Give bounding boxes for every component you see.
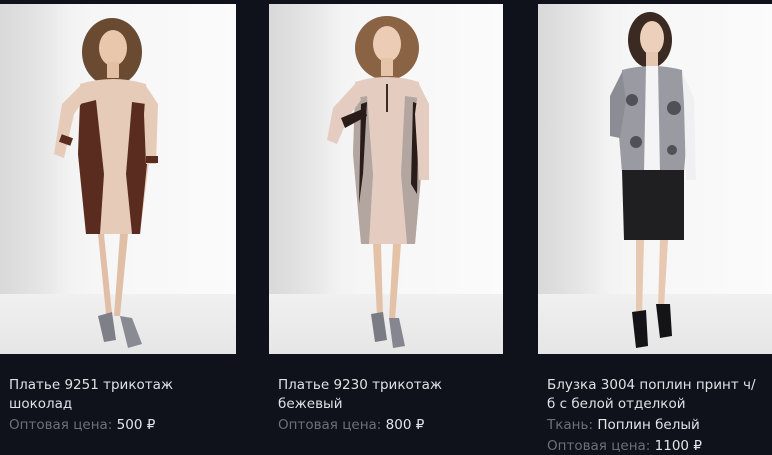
price-value: 500 [116,417,143,433]
fabric: Ткань: Поплин белый [547,416,762,435]
product-title[interactable]: Блузка 3004 поплин принт ч/б с белой отд… [547,376,762,414]
model-in-blouse-image [610,12,696,348]
fabric-label: Ткань: [547,417,594,433]
product-title[interactable]: Платье 9230 трикотаж бежевый [278,376,493,414]
price-label: Оптовая цена: [278,417,382,433]
price-value: 1100 [654,438,690,454]
currency-symbol: ₽ [693,438,702,454]
product-photo[interactable] [0,4,236,354]
wholesale-price: Оптовая цена: 1100 ₽ [547,437,762,455]
product-info: Платье 9251 трикотаж шоколад Оптовая цен… [0,376,236,435]
product-card[interactable]: Платье 9251 трикотаж шоколад Оптовая цен… [0,4,236,435]
product-card[interactable]: Платье 9230 трикотаж бежевый Оптовая цен… [269,4,503,435]
fabric-value: Поплин белый [597,417,700,433]
model-in-dress-image [327,16,429,348]
wholesale-price: Оптовая цена: 500 ₽ [9,416,226,435]
price-label: Оптовая цена: [9,417,113,433]
product-info: Платье 9230 трикотаж бежевый Оптовая цен… [269,376,503,435]
price-label: Оптовая цена: [547,438,651,454]
wholesale-price: Оптовая цена: 800 ₽ [278,416,493,435]
product-photo[interactable] [269,4,503,354]
product-grid: Платье 9251 трикотаж шоколад Оптовая цен… [0,0,772,455]
currency-symbol: ₽ [415,417,425,433]
currency-symbol: ₽ [146,417,156,433]
product-title[interactable]: Платье 9251 трикотаж шоколад [9,376,226,414]
product-info: Блузка 3004 поплин принт ч/б с белой отд… [538,376,772,455]
product-card[interactable]: Блузка 3004 поплин принт ч/б с белой отд… [538,4,772,455]
model-in-dress-image [54,18,158,348]
product-photo[interactable] [538,4,772,354]
price-value: 800 [385,417,412,433]
